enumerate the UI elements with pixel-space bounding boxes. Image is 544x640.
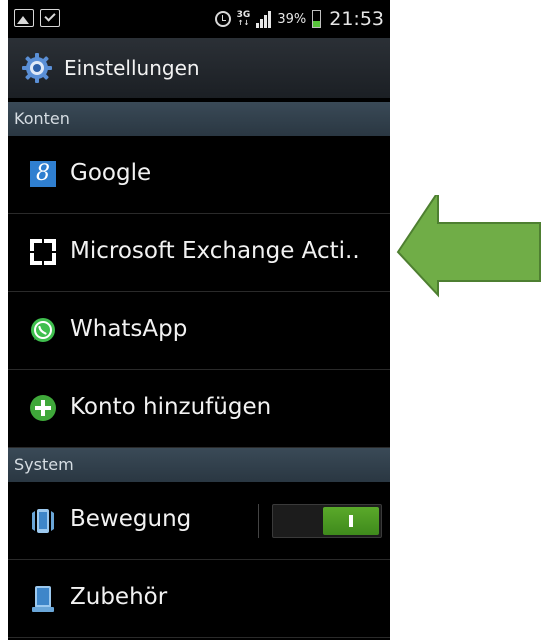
toggle-on-icon [349,515,353,527]
page-title: Einstellungen [64,56,200,80]
list-item-label: Google [70,160,152,186]
list-item-add-account[interactable]: Konto hinzufügen [8,370,390,448]
list-item-label: Konto hinzufügen [70,394,272,420]
section-header-system: System [8,448,390,482]
green-arrow-icon [396,188,542,309]
toggle-divider [258,504,259,538]
picture-icon [14,9,34,27]
app-header: Einstellungen [8,38,390,98]
toggle-on-state [323,507,379,535]
settings-gear-icon[interactable] [21,52,53,84]
signal-icon [256,10,272,28]
list-item-google[interactable]: 8 Google [8,136,390,214]
section-header-accounts: Konten [8,102,390,136]
list-item-label: Bewegung [70,506,192,532]
google-icon: 8 [30,161,56,187]
battery-percent: 39% [277,11,307,27]
list-item-motion[interactable]: Bewegung [8,482,390,560]
motion-icon [30,507,56,533]
list-item-label: Zubehör [70,584,168,610]
battery-icon [312,10,322,28]
list-item-whatsapp[interactable]: WhatsApp [8,292,390,370]
status-bar: 3G ↑↓ 39% 21:53 [8,0,390,38]
network-indicator: 3G ↑↓ [236,10,251,28]
list-item-label: WhatsApp [70,316,188,342]
whatsapp-icon [30,317,56,343]
network-arrows: ↑↓ [237,19,250,27]
check-icon [40,9,60,27]
list-item-accessory[interactable]: Zubehör [8,560,390,638]
accessory-icon [30,585,56,612]
clock: 21:53 [329,8,384,30]
alarm-icon [214,11,231,27]
motion-toggle[interactable] [272,504,382,538]
network-type: 3G [236,10,251,20]
list-item-exchange[interactable]: Microsoft Exchange Acti.. [8,214,390,292]
exchange-icon [30,239,56,265]
list-item-label: Microsoft Exchange Acti.. [70,238,360,264]
phone-screen: 3G ↑↓ 39% 21:53 Einstellungen Konten 8 G… [8,0,390,640]
add-account-icon [30,395,56,421]
